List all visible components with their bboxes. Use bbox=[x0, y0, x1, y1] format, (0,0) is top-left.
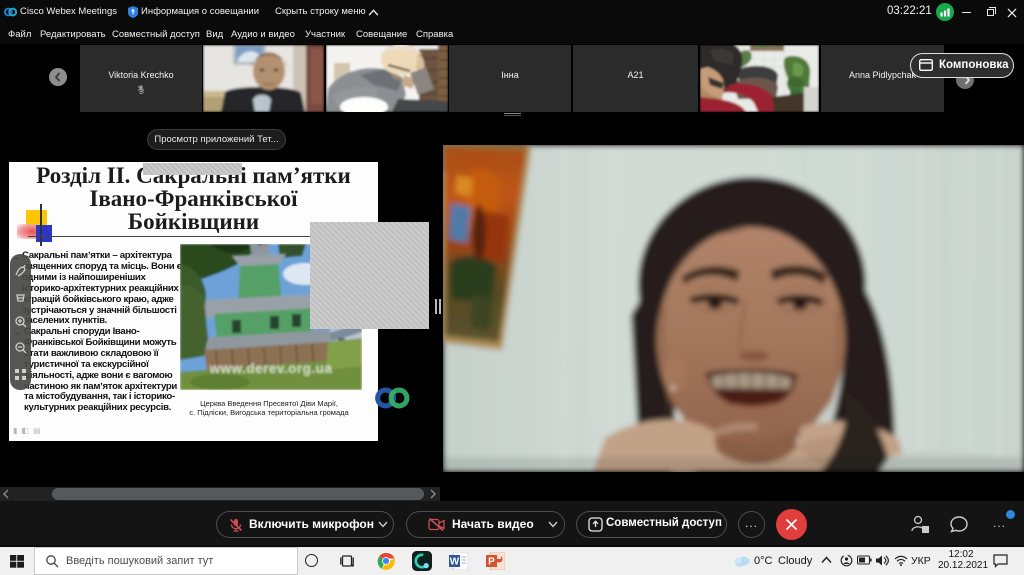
svg-text:P: P bbox=[488, 557, 495, 568]
svg-text:www.derev.org.ua: www.derev.org.ua bbox=[209, 361, 333, 376]
svg-text:W: W bbox=[450, 557, 460, 568]
